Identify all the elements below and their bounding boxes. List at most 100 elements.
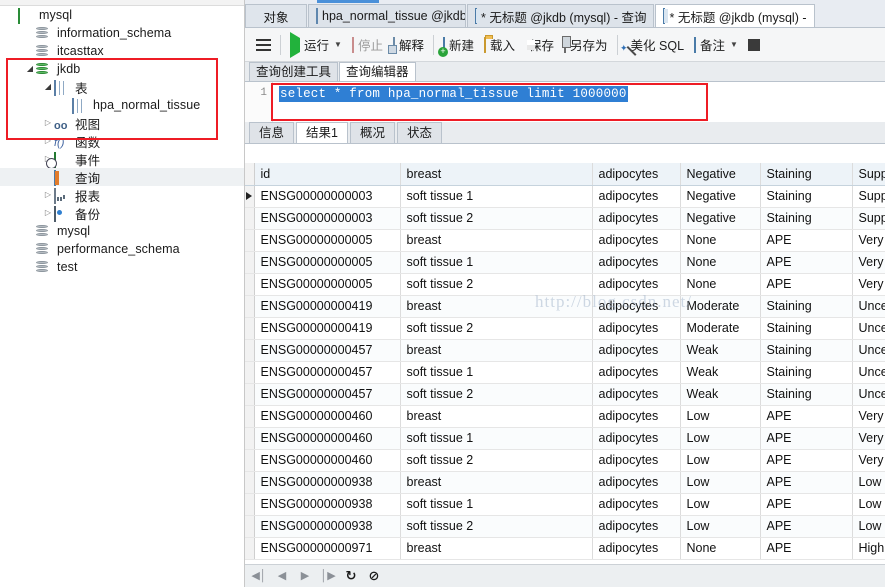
tree-item--[interactable]: ▷ 报表	[0, 186, 244, 204]
first-record-icon[interactable]: ◀│	[251, 569, 267, 583]
table-row[interactable]: ENSG00000000419 soft tissue 2 adipocytes Mo…	[245, 317, 885, 340]
grid-column-header-3[interactable]: Negative	[680, 163, 761, 186]
grid-cell[interactable]: adipocytes	[592, 493, 681, 516]
prev-record-icon[interactable]: ◀	[274, 569, 290, 583]
window-tab-0[interactable]: hpa_normal_tissue @jkdb (...	[308, 4, 466, 27]
result-tab-2[interactable]: 概况	[349, 122, 395, 143]
tree-item--[interactable]: 查询	[0, 168, 244, 186]
grid-cell[interactable]: Staining	[760, 295, 853, 318]
row-selector[interactable]	[245, 471, 255, 494]
tree-expander[interactable]: ▷	[42, 119, 54, 127]
grid-cell[interactable]: soft tissue 2	[400, 317, 593, 340]
tree-expander[interactable]: ▷	[42, 191, 54, 199]
toolbar-button-2[interactable]: 解释	[388, 32, 429, 58]
grid-cell[interactable]: Low	[852, 515, 885, 538]
grid-cell[interactable]: adipocytes	[592, 427, 681, 450]
tree-item-performance_schema[interactable]: performance_schema	[0, 240, 244, 258]
grid-cell[interactable]: Very low	[852, 427, 885, 450]
row-selector[interactable]	[245, 251, 255, 274]
grid-cell[interactable]: Staining	[760, 339, 853, 362]
row-selector[interactable]	[245, 295, 255, 318]
result-tab-bar[interactable]: 信息 结果1 概况 状态	[245, 122, 885, 144]
grid-cell[interactable]: Low	[852, 471, 885, 494]
grid-cell[interactable]: adipocytes	[592, 515, 681, 538]
grid-cell[interactable]: ENSG00000000971	[254, 537, 401, 560]
sql-statement-selected[interactable]: select * from hpa_normal_tissue limit 10…	[279, 86, 628, 102]
grid-cell[interactable]: soft tissue 2	[400, 383, 593, 406]
grid-cell[interactable]: adipocytes	[592, 229, 681, 252]
grid-cell[interactable]: Uncertain	[852, 383, 885, 406]
chevron-down-icon[interactable]: ▼	[730, 40, 738, 49]
grid-cell[interactable]: Staining	[760, 207, 853, 230]
grid-cell[interactable]: Low	[680, 515, 761, 538]
grid-cell[interactable]: soft tissue 1	[400, 251, 593, 274]
table-row[interactable]: ENSG00000000005 breast adipocytes None APE Ve…	[245, 229, 885, 252]
toolbar-button-8[interactable]: 备注 ▼	[689, 32, 743, 58]
grid-cell[interactable]: adipocytes	[592, 471, 681, 494]
grid-cell[interactable]: adipocytes	[592, 339, 681, 362]
grid-cell[interactable]: Supportive	[852, 185, 885, 208]
window-tab-1[interactable]: * 无标题 @jkdb (mysql) - 查询	[467, 4, 655, 27]
grid-column-header-5[interactable]: Supportive	[852, 163, 885, 186]
table-row[interactable]: ENSG00000000005 soft tissue 1 adipocytes No…	[245, 251, 885, 274]
grid-cell[interactable]: soft tissue 2	[400, 207, 593, 230]
connection-tree[interactable]: mysql information_schema itcasttax ◢ jkdb ◢ 表 h…	[0, 6, 244, 276]
grid-cell[interactable]: Very low	[852, 405, 885, 428]
grid-cell[interactable]: adipocytes	[592, 317, 681, 340]
toolbar-button-3[interactable]: 新建	[438, 32, 479, 58]
grid-cell[interactable]: APE	[760, 537, 853, 560]
grid-cell[interactable]: ENSG00000000419	[254, 317, 401, 340]
grid-cell[interactable]: APE	[760, 427, 853, 450]
tree-item--[interactable]: ▷ f() 函数	[0, 132, 244, 150]
grid-cell[interactable]: Low	[680, 493, 761, 516]
grid-cell[interactable]: Moderate	[680, 317, 761, 340]
grid-cell[interactable]: ENSG00000000457	[254, 383, 401, 406]
tab-objects[interactable]: 对象	[245, 4, 307, 27]
grid-cell[interactable]: breast	[400, 295, 593, 318]
grid-cell[interactable]: Very low	[852, 251, 885, 274]
grid-cell[interactable]: Supportive	[852, 207, 885, 230]
grid-cell[interactable]: adipocytes	[592, 537, 681, 560]
grid-cell[interactable]: None	[680, 229, 761, 252]
grid-column-header-4[interactable]: Staining	[760, 163, 853, 186]
grid-cell[interactable]: Weak	[680, 361, 761, 384]
result-tab-1[interactable]: 结果1	[296, 122, 348, 143]
grid-cell[interactable]: ENSG00000000938	[254, 493, 401, 516]
grid-cell[interactable]: APE	[760, 405, 853, 428]
grid-cell[interactable]: ENSG00000000005	[254, 251, 401, 274]
grid-cell[interactable]: adipocytes	[592, 251, 681, 274]
tree-expander[interactable]: ◢	[24, 65, 36, 73]
grid-cell[interactable]: APE	[760, 251, 853, 274]
grid-cell[interactable]: Weak	[680, 383, 761, 406]
toolbar-button-6[interactable]: 另存为	[559, 32, 613, 58]
grid-cell[interactable]: APE	[760, 471, 853, 494]
tree-item-jkdb[interactable]: ◢ jkdb	[0, 60, 244, 78]
grid-cell[interactable]: Very low	[852, 273, 885, 296]
grid-cell[interactable]: Low	[680, 449, 761, 472]
row-selector[interactable]	[245, 273, 255, 296]
tree-expander[interactable]: ▷	[42, 137, 54, 145]
window-tab-2[interactable]: * 无标题 @jkdb (mysql) -	[655, 4, 815, 27]
grid-cell[interactable]: ENSG00000000457	[254, 361, 401, 384]
grid-cell[interactable]: soft tissue 1	[400, 493, 593, 516]
table-row[interactable]: ENSG00000000460 soft tissue 1 adipocytes Lo…	[245, 427, 885, 450]
grid-cell[interactable]: Low	[680, 471, 761, 494]
table-row[interactable]: ENSG00000000005 soft tissue 2 adipocytes No…	[245, 273, 885, 296]
table-row[interactable]: ENSG00000000457 soft tissue 2 adipocytes We…	[245, 383, 885, 406]
toolbar-button-5[interactable]: 保存	[520, 32, 559, 58]
tree-item--[interactable]: ◢ 表	[0, 78, 244, 96]
grid-body[interactable]: ENSG00000000003 soft tissue 1 adipocytes Ne…	[245, 185, 885, 560]
grid-cell[interactable]: ENSG00000000005	[254, 273, 401, 296]
toolbar-button-0[interactable]: 运行 ▼	[285, 31, 347, 58]
grid-cell[interactable]: Very low	[852, 229, 885, 252]
grid-cell[interactable]: Moderate	[680, 295, 761, 318]
grid-cell[interactable]: Staining	[760, 317, 853, 340]
table-row[interactable]: ENSG00000000971 breast adipocytes None APE Hi…	[245, 537, 885, 560]
grid-cell[interactable]: APE	[760, 515, 853, 538]
grid-cell[interactable]: soft tissue 1	[400, 361, 593, 384]
grid-cell[interactable]: breast	[400, 405, 593, 428]
grid-cell[interactable]: Low	[852, 493, 885, 516]
row-selector[interactable]	[245, 361, 255, 384]
grid-column-header-2[interactable]: adipocytes	[592, 163, 681, 186]
grid-cell[interactable]: soft tissue 2	[400, 449, 593, 472]
